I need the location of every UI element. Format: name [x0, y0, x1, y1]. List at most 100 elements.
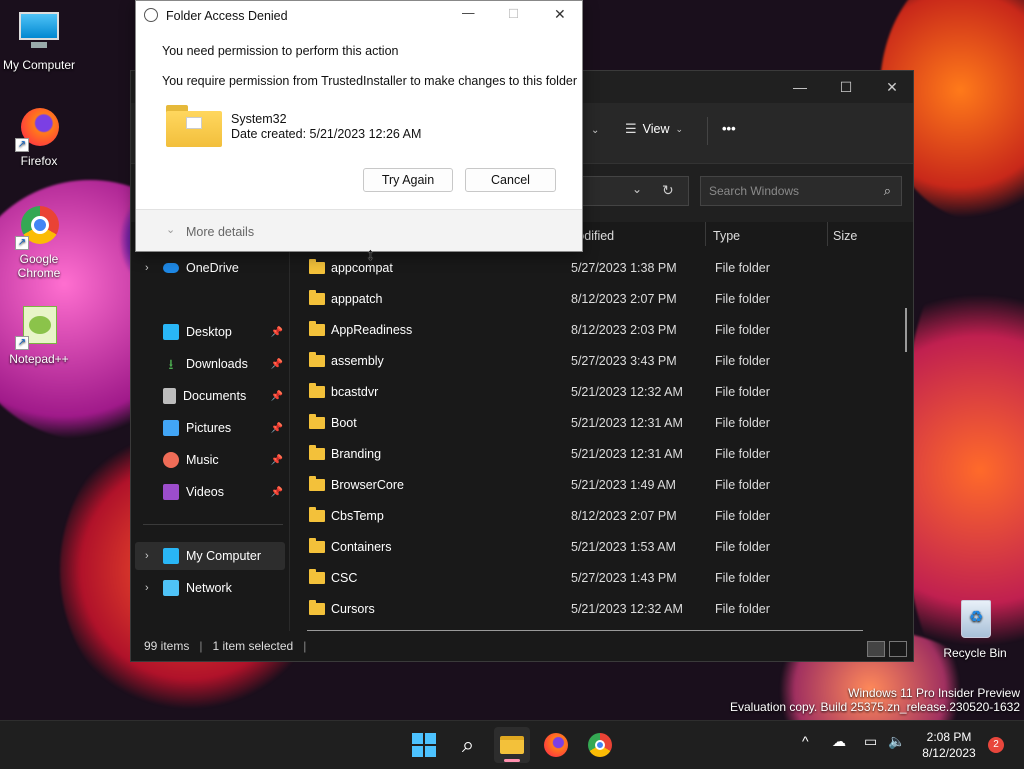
taskbar-file-explorer[interactable]: [494, 727, 530, 763]
column-separator[interactable]: [827, 222, 828, 246]
try-again-button[interactable]: Try Again: [363, 168, 453, 192]
desktop-icon-firefox[interactable]: ↗ Firefox: [1, 106, 77, 168]
view-button[interactable]: ☰ View ⌄: [625, 121, 683, 137]
sidebar-item-videos[interactable]: Videos 📌: [135, 478, 285, 506]
cloud-offline-icon[interactable]: ☁: [832, 733, 846, 750]
column-header-size[interactable]: Size: [833, 222, 857, 250]
file-row[interactable]: Boot 5/21/2023 12:31 AM File folder: [301, 407, 901, 438]
maximize-button: ☐: [508, 7, 520, 21]
dialog-message-secondary: You require permission from TrustedInsta…: [162, 74, 578, 88]
mouse-cursor: ↕: [366, 244, 375, 264]
column-separator[interactable]: [705, 222, 706, 246]
sidebar-divider: [143, 524, 283, 525]
volume-icon[interactable]: 🔈: [888, 733, 905, 750]
minimize-button[interactable]: —: [462, 6, 475, 20]
sidebar-item-my-computer[interactable]: › My Computer: [135, 542, 285, 570]
chevron-up-icon[interactable]: ^: [802, 733, 809, 749]
file-row[interactable]: appcompat 5/27/2023 1:38 PM File folder: [301, 252, 901, 283]
taskbar: ⌕ ^ ☁ ▭ 🔈 2:08 PM 8/12/2023 2: [0, 720, 1024, 769]
file-type: File folder: [715, 353, 770, 368]
column-header-type[interactable]: Type: [713, 222, 740, 250]
vertical-scrollbar[interactable]: [905, 308, 907, 352]
file-row[interactable]: Containers 5/21/2023 1:53 AM File folder: [301, 531, 901, 562]
sort-chevron-icon[interactable]: ⌄: [591, 125, 599, 136]
notification-badge[interactable]: 2: [988, 737, 1004, 753]
chevron-down-icon[interactable]: ⌄: [632, 182, 642, 196]
chevron-down-icon[interactable]: ⌄: [166, 223, 175, 236]
file-row[interactable]: bcastdvr 5/21/2023 12:32 AM File folder: [301, 376, 901, 407]
videos-icon: [163, 484, 179, 500]
search-icon: ⌕: [461, 732, 475, 757]
desktop-icon-chrome[interactable]: ↗ Google Chrome: [1, 204, 77, 280]
refresh-icon[interactable]: ↻: [662, 182, 674, 199]
file-name: Containers: [331, 539, 392, 554]
minimize-button[interactable]: —: [777, 71, 823, 103]
dialog-title: Folder Access Denied: [166, 9, 288, 23]
close-button[interactable]: ✕: [554, 6, 566, 23]
chevron-right-icon[interactable]: ›: [145, 550, 149, 562]
status-divider: |: [303, 639, 307, 653]
file-row[interactable]: CbsTemp 8/12/2023 2:07 PM File folder: [301, 500, 901, 531]
more-details-link[interactable]: More details: [186, 225, 254, 239]
sidebar-item-label: Network: [186, 581, 232, 595]
sidebar-item-desktop[interactable]: Desktop 📌: [135, 318, 285, 346]
computer-icon: [163, 548, 179, 564]
pictures-icon: [163, 420, 179, 436]
folder-icon: [309, 444, 325, 460]
address-bar[interactable]: ⌄ ↻: [577, 176, 689, 206]
sidebar-item-documents[interactable]: Documents 📌: [135, 382, 285, 410]
start-button[interactable]: [406, 727, 442, 763]
clock[interactable]: 2:08 PM 8/12/2023: [916, 729, 982, 761]
desktop-icon-notepadpp[interactable]: ↗ Notepad++: [1, 304, 77, 366]
file-row[interactable]: AppReadiness 8/12/2023 2:03 PM File folder: [301, 314, 901, 345]
chevron-right-icon[interactable]: ›: [145, 262, 149, 274]
folder-icon: [309, 475, 325, 491]
pin-icon[interactable]: 📌: [271, 487, 283, 498]
file-row[interactable]: apppatch 8/12/2023 2:07 PM File folder: [301, 283, 901, 314]
status-bar: 99 items | 1 item selected |: [131, 631, 913, 661]
desktop-icon-label: My Computer: [2, 58, 76, 72]
maximize-button[interactable]: ☐: [823, 71, 869, 103]
sidebar-item-pictures[interactable]: Pictures 📌: [135, 414, 285, 442]
pin-icon[interactable]: 📌: [271, 391, 283, 402]
file-row[interactable]: BrowserCore 5/21/2023 1:49 AM File folder: [301, 469, 901, 500]
chrome-icon: [588, 733, 612, 757]
dialog-footer: ⌄ More details: [136, 209, 582, 251]
more-options-button[interactable]: •••: [722, 121, 736, 136]
taskbar-search-button[interactable]: ⌕: [450, 727, 486, 763]
sidebar-item-music[interactable]: Music 📌: [135, 446, 285, 474]
pin-icon[interactable]: 📌: [271, 455, 283, 466]
download-icon: ⭳: [168, 356, 174, 372]
taskbar-chrome[interactable]: [582, 727, 618, 763]
cancel-button[interactable]: Cancel: [465, 168, 556, 192]
sidebar-item-onedrive[interactable]: › OneDrive: [135, 254, 285, 282]
desktop-icon-recycle-bin[interactable]: ♻ Recycle Bin: [937, 598, 1013, 660]
clock-date: 8/12/2023: [922, 746, 976, 760]
chevron-right-icon[interactable]: ›: [145, 582, 149, 594]
file-date: 5/27/2023 1:38 PM: [571, 260, 677, 275]
computer-icon: [17, 10, 61, 54]
sidebar-item-network[interactable]: › Network: [135, 574, 285, 602]
chrome-icon: ↗: [15, 204, 61, 250]
item-count: 99 items: [144, 639, 190, 653]
network-icon[interactable]: ▭: [864, 733, 877, 750]
desktop-icon-my-computer[interactable]: My Computer: [1, 10, 77, 72]
pin-icon[interactable]: 📌: [271, 327, 283, 338]
pin-icon[interactable]: 📌: [271, 423, 283, 434]
details-view-button[interactable]: [867, 641, 885, 657]
file-name: CSC: [331, 570, 358, 585]
file-row[interactable]: Branding 5/21/2023 12:31 AM File folder: [301, 438, 901, 469]
sidebar-item-label: Videos: [186, 485, 224, 499]
dialog-titlebar[interactable]: Folder Access Denied — ☐ ✕: [136, 1, 582, 31]
search-input[interactable]: Search Windows ⌕: [700, 176, 902, 206]
file-row[interactable]: Cursors 5/21/2023 12:32 AM File folder: [301, 593, 901, 624]
tiles-view-button[interactable]: [889, 641, 907, 657]
file-row[interactable]: CSC 5/27/2023 1:43 PM File folder: [301, 562, 901, 593]
taskbar-firefox[interactable]: [538, 727, 574, 763]
file-row[interactable]: assembly 5/27/2023 3:43 PM File folder: [301, 345, 901, 376]
sidebar-item-downloads[interactable]: ⭳ Downloads 📌: [135, 350, 285, 378]
close-button[interactable]: ✕: [869, 71, 915, 103]
clock-icon: [144, 8, 158, 22]
pin-icon[interactable]: 📌: [271, 359, 283, 370]
clock-time: 2:08 PM: [926, 730, 972, 744]
